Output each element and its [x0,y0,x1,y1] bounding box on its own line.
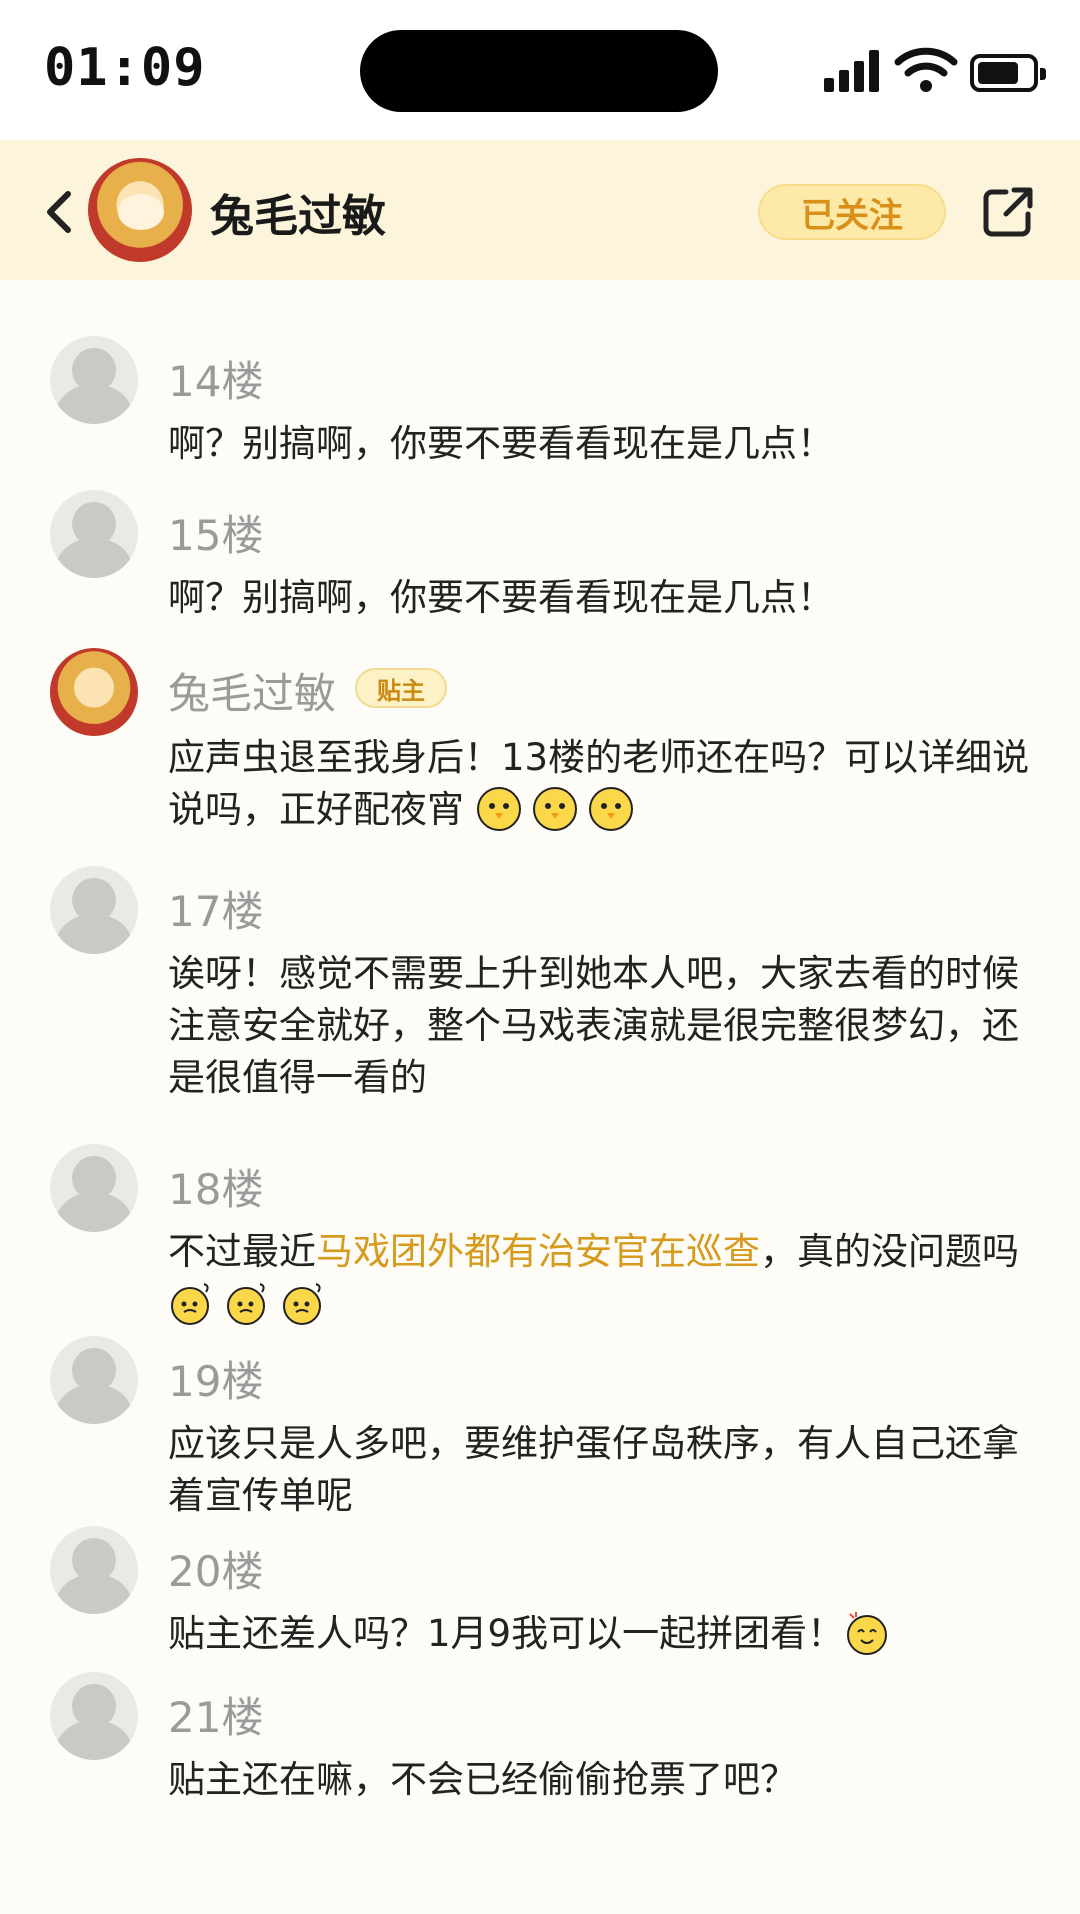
floor-label: 14楼 [168,357,264,406]
floor-label: 15楼 [168,511,264,560]
author-name[interactable]: 兔毛过敏 [210,180,386,244]
op-badge: 贴主 [355,668,447,708]
comment-text-before: 不过最近 [168,1230,316,1273]
signal-icon [824,50,880,92]
floor-label: 20楼 [168,1547,264,1596]
back-icon[interactable] [40,188,76,236]
avatar[interactable] [50,1672,138,1760]
avatar[interactable] [50,490,138,578]
comment-text-body: 贴主还差人吗？1月9我可以一起拼团看！ [168,1612,845,1655]
comment-text: 贴主还差人吗？1月9我可以一起拼团看！ [168,1608,1038,1660]
sweat-emoji [283,1283,321,1325]
status-time: 01:09 [44,38,206,98]
comment-text: 应该只是人多吧，要维护蛋仔岛秩序，有人自己还拿着宣传单呢 [168,1422,1019,1517]
comment-text: 诶呀！感觉不需要上升到她本人吧，大家去看的时候注意安全就好，整个马戏表演就是很完… [168,952,1019,1099]
battery-icon [970,54,1046,92]
avatar[interactable] [50,1144,138,1232]
sweat-emoji [227,1283,265,1325]
floor-label: 21楼 [168,1693,264,1742]
happy-emoji [847,1612,888,1655]
status-bar: 01:09 [0,0,1080,140]
dynamic-island [360,30,718,112]
follow-button[interactable]: 已关注 [758,184,946,240]
chick-emoji [476,787,521,831]
avatar[interactable] [50,1336,138,1424]
author-name[interactable]: 兔毛过敏 [168,660,336,721]
comment-text: 不过最近马戏团外都有治安官在巡查，真的没问题吗 [168,1226,1038,1330]
chick-emoji [588,787,633,831]
comment-text: 啊？别搞啊，你要不要看看现在是几点！ [168,422,834,465]
comment-text: 啊？别搞啊，你要不要看看现在是几点！ [168,576,834,619]
floor-label: 18楼 [168,1165,264,1214]
author-avatar[interactable] [88,158,192,262]
floor-label: 19楼 [168,1357,264,1406]
comment-text-after: ，真的没问题吗 [760,1230,1019,1273]
avatar[interactable] [50,336,138,424]
wifi-icon [894,47,958,92]
highlight-link[interactable]: 马戏团外都有治安官在巡查 [316,1230,760,1273]
comment-text: 贴主还在嘛，不会已经偷偷抢票了吧？ [168,1758,797,1801]
avatar[interactable] [50,648,138,736]
floor-label: 17楼 [168,887,264,936]
avatar[interactable] [50,1526,138,1614]
avatar[interactable] [50,866,138,954]
top-bar: 兔毛过敏 已关注 [0,140,1080,280]
sweat-emoji [171,1283,209,1325]
share-icon[interactable] [980,184,1036,240]
chick-emoji [532,787,577,831]
comment-text: 应声虫退至我身后！13楼的老师还在吗？可以详细说说吗，正好配夜宵 [168,732,1038,836]
